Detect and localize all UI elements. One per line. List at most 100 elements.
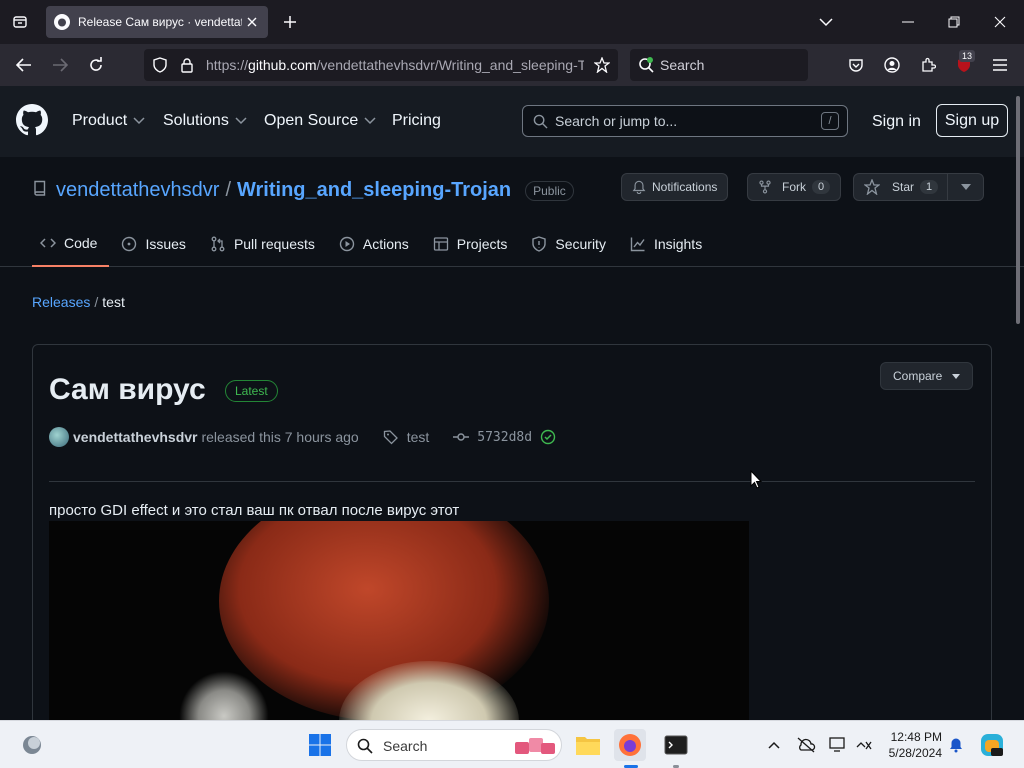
star-icon — [864, 179, 880, 195]
release-description: просто GDI effect и это стал ваш пк отва… — [49, 502, 460, 519]
search-icon — [533, 114, 548, 129]
play-icon — [339, 236, 355, 252]
compare-button[interactable]: Compare — [880, 362, 974, 390]
clock-time: 12:48 PM — [890, 730, 942, 744]
visibility-badge: Public — [525, 180, 574, 201]
start-windows-icon[interactable] — [304, 729, 336, 761]
new-tab-icon[interactable] — [280, 12, 300, 32]
breadcrumb: Releases / test — [32, 294, 125, 310]
taskbar-clock[interactable]: 12:48 PM 5/28/2024 — [884, 729, 942, 761]
shield-icon — [532, 236, 547, 252]
breadcrumb-current: test — [102, 294, 125, 310]
tag-icon — [383, 430, 398, 445]
github-search-input[interactable]: Search or jump to... / — [522, 105, 848, 137]
close-tab-icon[interactable] — [244, 14, 260, 30]
issue-icon — [122, 236, 137, 252]
extension-badge: 13 — [959, 50, 976, 62]
browser-tabbar: Release Сам вирус · vendettathevhsdvr/Wr… — [0, 0, 1024, 44]
notification-bell-icon[interactable] — [940, 729, 972, 761]
firefox-icon[interactable] — [614, 729, 646, 761]
browser-tab-active[interactable]: Release Сам вирус · vendettathevhsdvr/Wr… — [46, 6, 268, 38]
tab-security[interactable]: Security — [523, 229, 618, 259]
repo-owner-link[interactable]: vendettathevhsdvr — [56, 179, 219, 202]
caret-down-icon — [952, 373, 961, 379]
show-hidden-icons-chevron-icon[interactable] — [758, 729, 790, 761]
browser-search-placeholder: Search — [660, 57, 705, 73]
tab-security-label: Security — [555, 236, 606, 252]
nav-open-source[interactable]: Open Source — [264, 112, 376, 130]
avatar[interactable] — [49, 427, 69, 447]
sign-up-button[interactable]: Sign up — [936, 104, 1008, 137]
restore-icon[interactable] — [944, 12, 964, 32]
star-button[interactable]: Star 1 — [853, 173, 984, 201]
copilot-icon[interactable] — [976, 729, 1008, 761]
lock-icon[interactable] — [180, 57, 194, 73]
chevron-down-icon — [235, 117, 247, 125]
star-dropdown-chevron-icon[interactable] — [947, 174, 983, 200]
divider — [49, 481, 975, 482]
nav-product-label: Product — [72, 112, 128, 129]
tab-projects-label: Projects — [456, 236, 508, 252]
account-icon[interactable] — [882, 55, 902, 75]
address-bar[interactable]: https://github.com/vendettathevhsdvr/Wri… — [144, 49, 618, 81]
page-scrollbar[interactable] — [1016, 96, 1020, 324]
sign-in-link[interactable]: Sign in — [872, 113, 921, 131]
minimize-icon[interactable] — [898, 12, 918, 32]
check-circle-icon — [540, 429, 556, 445]
tab-code[interactable]: Code — [32, 229, 110, 267]
search-highlight-icon — [511, 734, 559, 758]
hamburger-menu-icon[interactable] — [990, 55, 1010, 75]
repo-path: vendettathevhsdvr / Writing_and_sleeping… — [56, 179, 574, 202]
extensions-puzzle-icon[interactable] — [918, 55, 938, 75]
repo-path-separator: / — [225, 179, 231, 201]
terminal-icon[interactable] — [660, 729, 692, 761]
onedrive-off-icon[interactable] — [790, 729, 822, 761]
nav-product[interactable]: Product — [72, 112, 145, 130]
close-window-icon[interactable] — [990, 12, 1010, 32]
release-video-frame[interactable] — [49, 521, 749, 743]
notifications-button[interactable]: Notifications — [621, 173, 729, 201]
nav-open-source-label: Open Source — [264, 112, 359, 129]
tab-issues-label: Issues — [145, 236, 186, 252]
browser-search-bar[interactable]: Search — [630, 49, 808, 81]
tab-insights[interactable]: Insights — [622, 229, 714, 259]
breadcrumb-separator: / — [94, 294, 99, 310]
nav-pricing-label: Pricing — [392, 112, 441, 129]
list-all-tabs-chevron-icon[interactable] — [816, 12, 836, 32]
release-author-link[interactable]: vendettathevhsdvr — [73, 429, 197, 445]
repo-nav: Code Issues Pull requests Actions Projec… — [32, 229, 718, 267]
pocket-icon[interactable] — [846, 55, 866, 75]
shield-icon[interactable] — [152, 57, 168, 73]
bell-icon — [632, 180, 646, 194]
tab-actions[interactable]: Actions — [331, 229, 421, 259]
search-shortcut-key: / — [821, 112, 839, 130]
release-commit[interactable]: 5732d8d — [453, 429, 556, 445]
bookmark-star-icon[interactable] — [594, 57, 610, 73]
tab-projects[interactable]: Projects — [425, 229, 520, 259]
star-count: 1 — [920, 180, 939, 194]
release-tag[interactable]: test — [383, 429, 429, 445]
weather-widget-icon[interactable] — [16, 729, 48, 761]
tab-pull-requests[interactable]: Pull requests — [202, 229, 327, 259]
reload-icon[interactable] — [86, 55, 106, 75]
back-arrow-icon[interactable] — [14, 55, 34, 75]
taskbar-search[interactable]: Search — [346, 729, 562, 761]
nav-solutions[interactable]: Solutions — [163, 112, 247, 130]
tab-list-icon[interactable] — [0, 0, 40, 44]
tab-issues[interactable]: Issues — [113, 229, 197, 259]
fork-label: Fork — [782, 180, 806, 194]
network-volume-icon[interactable] — [848, 729, 880, 761]
graph-icon — [630, 237, 645, 252]
file-explorer-icon[interactable] — [572, 729, 604, 761]
forward-arrow-icon[interactable] — [50, 55, 70, 75]
latest-badge: Latest — [225, 380, 278, 402]
star-label: Star — [892, 180, 915, 194]
tab-pull-requests-label: Pull requests — [233, 236, 315, 252]
release-title[interactable]: Сам вирус — [49, 373, 206, 407]
releases-link[interactable]: Releases — [32, 294, 90, 310]
repo-name-link[interactable]: Writing_and_sleeping-Trojan — [237, 179, 511, 202]
notifications-label: Notifications — [652, 180, 718, 194]
github-logo-icon[interactable] — [16, 104, 48, 136]
fork-button[interactable]: Fork 0 — [747, 173, 842, 201]
nav-pricing[interactable]: Pricing — [392, 112, 441, 130]
